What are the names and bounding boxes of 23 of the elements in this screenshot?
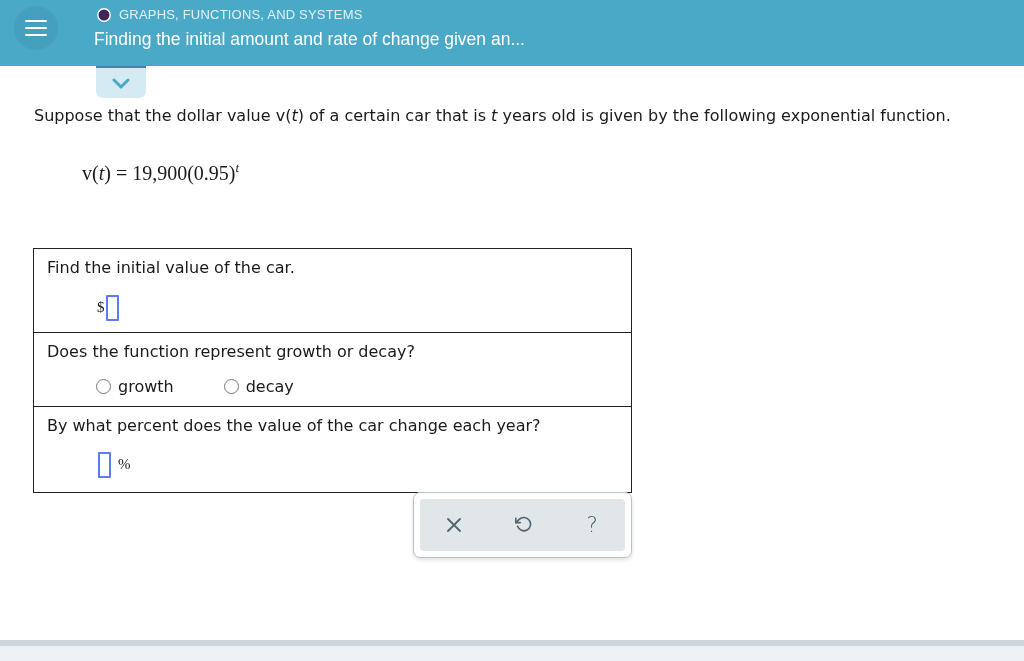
undo-icon [515, 516, 533, 534]
question-prompt: Find the initial value of the car. [47, 257, 296, 278]
answer-field[interactable] [105, 294, 119, 321]
menu-icon [25, 20, 47, 36]
menu-button[interactable] [14, 6, 58, 50]
radio-option[interactable]: growth [96, 376, 174, 397]
question-prompt: By what percent does the value of the car change each year? [47, 415, 542, 436]
unit-label: $ [97, 299, 105, 317]
topic-category: GRAPHS, FUNCTIONS, AND SYSTEMS [119, 7, 363, 23]
problem-statement: Suppose that the dollar value v(t) of a certain car that is t years old is given by the following exponential function. [34, 106, 951, 126]
expand-tab-button[interactable] [96, 66, 146, 98]
answer-field[interactable] [98, 451, 111, 478]
dot-icon [97, 8, 111, 22]
unit-label: % [118, 456, 131, 474]
close-icon [447, 517, 462, 532]
lesson-title: Finding the initial amount and rate of change given an... [94, 28, 525, 50]
radio-option[interactable]: decay [223, 376, 294, 397]
question-prompt: Does the function represent growth or decay? [47, 341, 416, 362]
formula: v(t) = 19,900(0.95)$^{t}$ [82, 159, 240, 185]
radio-button-icon[interactable] [223, 379, 239, 395]
radio-button-icon[interactable] [96, 379, 111, 395]
help-button[interactable]: ? [582, 507, 602, 542]
chevron-down-icon [112, 77, 130, 89]
